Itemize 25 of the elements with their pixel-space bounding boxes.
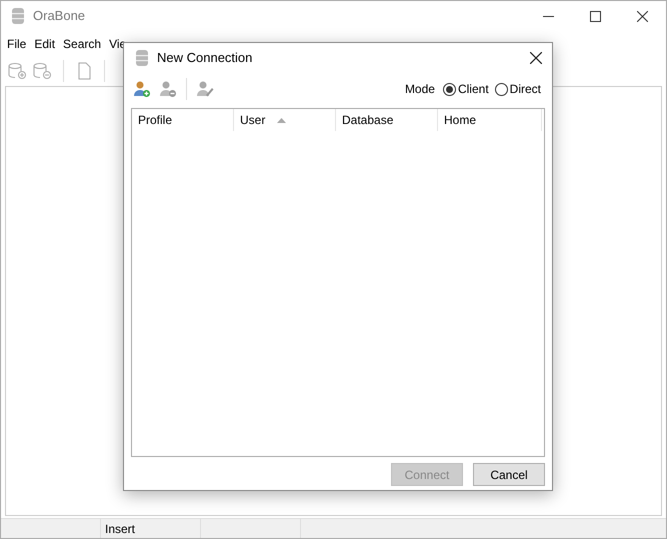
mode-label: Mode <box>404 81 435 98</box>
add-user-icon[interactable] <box>133 80 151 98</box>
app-icon <box>11 7 25 25</box>
menu-item[interactable]: Edit <box>34 34 56 52</box>
column-header[interactable]: User <box>234 109 336 131</box>
dialog-icon <box>135 49 149 67</box>
close-icon[interactable] <box>637 10 648 22</box>
radio-option[interactable]: Direct <box>494 80 541 98</box>
sort-ascending-icon <box>277 118 286 122</box>
close-icon[interactable] <box>530 52 542 64</box>
dialog-title: New Connection <box>157 49 252 68</box>
column-header[interactable]: Database <box>336 109 438 131</box>
edit-user-icon[interactable] <box>196 80 214 98</box>
menu-item[interactable]: File <box>7 34 26 52</box>
remove-user-icon[interactable] <box>159 80 177 98</box>
maximize-icon[interactable] <box>590 10 601 22</box>
menu-item[interactable]: Search <box>63 34 102 52</box>
cancel-button[interactable]: Cancel <box>473 463 545 486</box>
window-title: OraBone <box>33 7 86 26</box>
column-header[interactable]: Profile <box>132 109 234 131</box>
remove-database-icon[interactable] <box>32 62 52 80</box>
add-database-icon[interactable] <box>7 62 27 80</box>
radio-option[interactable]: Client <box>442 80 489 98</box>
status-text: Insert <box>105 520 136 538</box>
column-header[interactable]: Home <box>438 109 542 131</box>
